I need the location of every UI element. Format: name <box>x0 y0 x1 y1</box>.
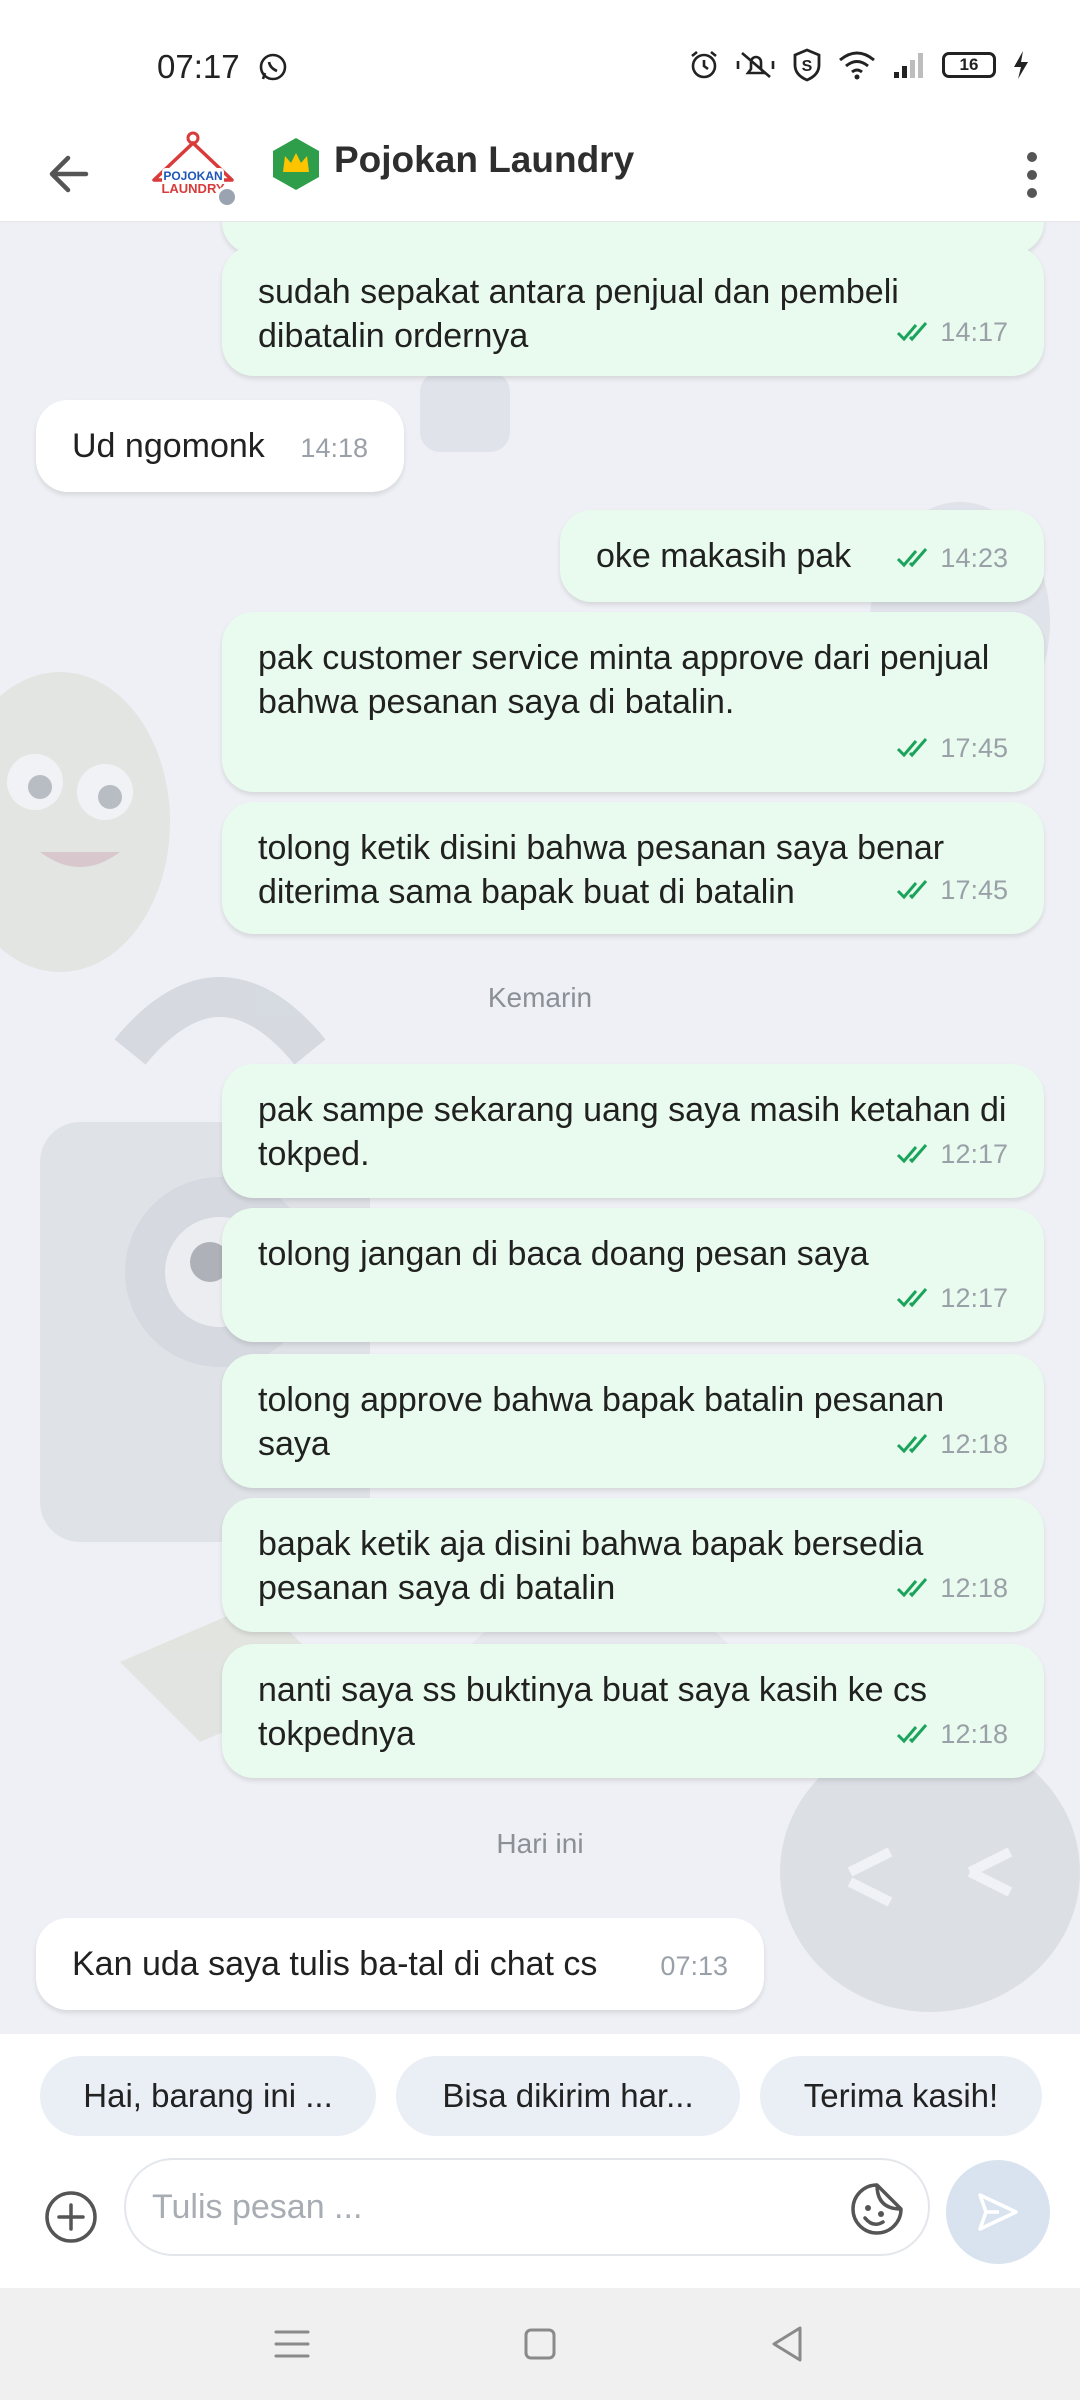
power-merchant-badge-icon <box>273 138 319 190</box>
signal-icon <box>894 53 923 78</box>
message-input-wrapper <box>124 2158 930 2256</box>
battery-icon: 16 <box>942 52 996 78</box>
message-time: 12:18 <box>940 1719 1008 1749</box>
home-icon[interactable] <box>510 2314 570 2374</box>
message-composer <box>0 2158 1080 2288</box>
message-meta: 12:17 <box>896 1132 1008 1176</box>
message-text: Kan uda saya tulis ba-tal di chat cs <box>72 1945 598 1983</box>
quick-reply-chip[interactable]: Terima kasih! <box>760 2056 1042 2136</box>
message-time: 14:17 <box>940 317 1008 347</box>
message-meta: 12:17 <box>896 1276 1008 1320</box>
message-bubble-outgoing[interactable]: pak sampe sekarang uang saya masih ketah… <box>222 1064 1044 1198</box>
shield-icon: S <box>793 48 821 82</box>
message-time: 12:17 <box>940 1283 1008 1313</box>
message-bubble-outgoing[interactable]: tolong ketik disini bahwa pesanan saya b… <box>222 802 1044 934</box>
read-ticks-icon <box>897 1724 928 1744</box>
whatsapp-icon <box>259 53 287 81</box>
message-time: 14:23 <box>940 543 1008 573</box>
status-icons: S 16 <box>688 48 1030 82</box>
alarm-icon <box>691 50 717 79</box>
message-text: pak customer service minta approve dari … <box>258 639 990 721</box>
recent-apps-icon[interactable] <box>262 2314 322 2374</box>
message-time: 17:45 <box>940 733 1008 763</box>
message-bubble-outgoing[interactable]: sudah sepakat antara penjual dan pembeli… <box>222 246 1044 376</box>
message-time: 12:17 <box>940 1139 1008 1169</box>
status-time: 07:17 <box>157 48 240 85</box>
read-ticks-icon <box>897 1288 928 1308</box>
message-meta: 14:23 <box>896 536 1008 580</box>
mute-icon <box>736 52 775 78</box>
message-time: 14:18 <box>300 433 368 463</box>
message-bubble-outgoing[interactable]: pak customer service minta approve dari … <box>222 612 1044 792</box>
sticker-icon[interactable] <box>848 2180 906 2238</box>
day-separator: Hari ini <box>496 1828 584 1859</box>
read-ticks-icon <box>897 1144 928 1164</box>
quick-reply-chip[interactable]: Hai, barang ini ... <box>40 2056 376 2136</box>
more-options-icon[interactable] <box>1002 140 1062 210</box>
read-ticks-icon <box>897 738 928 758</box>
message-meta: 17:45 <box>896 726 1008 770</box>
day-separator: Kemarin <box>487 982 593 1013</box>
add-attachment-icon[interactable] <box>42 2188 100 2246</box>
svg-text:S: S <box>802 58 813 75</box>
message-meta: 12:18 <box>896 1712 1008 1756</box>
message-meta: 12:18 <box>896 1422 1008 1466</box>
message-input[interactable] <box>152 2160 832 2254</box>
message-meta: 07:13 <box>660 1944 728 1988</box>
message-text: tolong jangan di baca doang pesan saya <box>258 1235 869 1273</box>
online-status-dot <box>216 186 238 208</box>
wifi-icon <box>839 51 875 80</box>
message-time: 17:45 <box>940 875 1008 905</box>
message-time: 12:18 <box>940 1429 1008 1459</box>
message-bubble-outgoing[interactable]: tolong approve bahwa bapak batalin pesan… <box>222 1354 1044 1488</box>
send-icon <box>978 2193 1018 2231</box>
read-ticks-icon <box>897 548 928 568</box>
back-arrow-icon[interactable] <box>40 142 104 206</box>
quick-reply-chip[interactable]: Bisa dikirim har... <box>396 2056 740 2136</box>
shop-name[interactable]: Pojokan Laundry <box>334 130 634 190</box>
quick-replies: Hai, barang ini ... Bisa dikirim har... … <box>0 2034 1080 2158</box>
message-bubble-outgoing[interactable]: nanti saya ss buktinya buat saya kasih k… <box>222 1644 1044 1778</box>
read-ticks-icon <box>897 880 928 900</box>
message-bubble-outgoing[interactable]: oke makasih pak 14:23 <box>560 510 1044 602</box>
message-meta: 17:45 <box>896 868 1008 912</box>
system-back-icon[interactable] <box>758 2314 818 2374</box>
system-nav-bar <box>0 2288 1080 2400</box>
message-bubble-outgoing[interactable]: bapak ketik aja disini bahwa bapak berse… <box>222 1498 1044 1632</box>
read-ticks-icon <box>897 322 928 342</box>
message-meta: 14:18 <box>300 426 368 470</box>
message-bubble-outgoing[interactable]: tolong jangan di baca doang pesan saya 1… <box>222 1208 1044 1342</box>
message-bubble-incoming[interactable]: Ud ngomonk 14:18 <box>36 400 404 492</box>
message-meta: 12:18 <box>896 1566 1008 1610</box>
chat-area[interactable]: sudah sepakat antara penjual dan pembeli… <box>0 222 1080 2034</box>
charging-icon <box>1014 51 1028 79</box>
message-bubble-incoming[interactable]: Kan uda saya tulis ba-tal di chat cs 07:… <box>36 1918 764 2010</box>
message-time: 12:18 <box>940 1573 1008 1603</box>
read-ticks-icon <box>897 1434 928 1454</box>
send-button[interactable] <box>946 2160 1050 2264</box>
message-time: 07:13 <box>660 1951 728 1981</box>
read-ticks-icon <box>897 1578 928 1598</box>
status-bar: 07:17 S 16 <box>0 0 1080 130</box>
message-meta: 14:17 <box>896 310 1008 354</box>
chat-header: POJOKAN LAUNDRY Pojokan Laundry <box>0 130 1080 222</box>
